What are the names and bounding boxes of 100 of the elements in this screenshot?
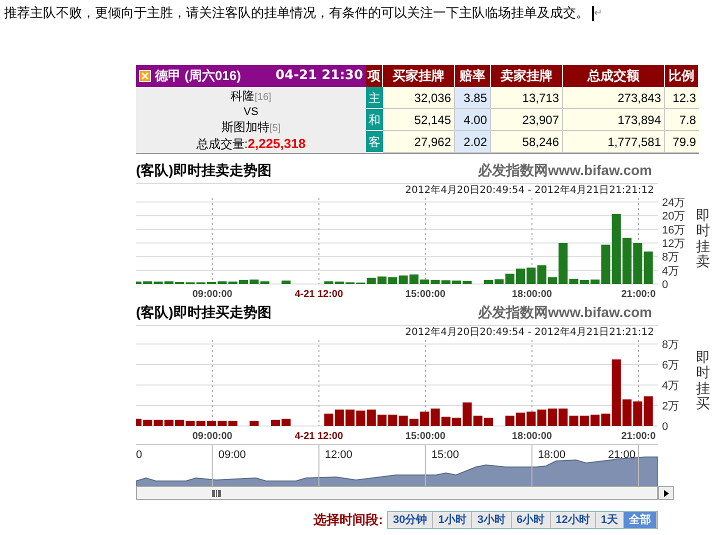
x-tick-label: 21:00:0 (621, 431, 656, 442)
column-header: 买家挂牌 (383, 65, 455, 87)
x-tick-label: 18:00:00 (512, 289, 552, 300)
y-tick-label: 20万 (662, 210, 686, 223)
time-range-tab[interactable]: 1天 (596, 512, 624, 528)
table-cell: 27,962 (383, 131, 455, 153)
table-cell: 12.3 (665, 87, 699, 109)
table-cell: 23,907 (491, 109, 563, 131)
time-range-tab[interactable]: 1小时 (433, 512, 472, 528)
league-text: 德甲 (周六016) (155, 67, 241, 86)
y-tick-label: 4万 (662, 380, 680, 392)
table-cell: 1,777,581 (563, 131, 665, 153)
y-tick-label: 2万 (662, 400, 680, 412)
bar (334, 410, 344, 426)
table-cell: 32,036 (383, 87, 455, 109)
vs-text: VS (244, 104, 258, 120)
bar (346, 410, 355, 426)
scroll-right-button[interactable] (658, 486, 674, 500)
scrollbar-grip-icon[interactable] (212, 490, 221, 496)
column-header: 比例 (665, 65, 699, 87)
chart-title: (客队)即时挂买走势图 (136, 303, 272, 322)
home-team: 科隆[16] (230, 88, 272, 104)
source-label: 必发指数网www.bifaw.com (478, 161, 652, 180)
time-range-tab[interactable]: 全部 (624, 512, 657, 528)
bar (388, 414, 398, 426)
bar (409, 274, 418, 284)
navigator-time-label: 18:00 (538, 449, 566, 461)
y-tick-label: 12万 (662, 238, 686, 250)
bar (250, 420, 259, 426)
table-cell: 273,843 (563, 87, 665, 109)
table-cell: 3.85 (455, 87, 491, 109)
chart-title: (客队)即时挂卖走势图 (136, 161, 272, 180)
bar (548, 408, 557, 426)
table-cell: 173,894 (563, 109, 665, 131)
table-cell: 4.00 (455, 109, 491, 131)
away-team: 斯图加特[5] (221, 120, 281, 136)
x-tick-label: 15:00:00 (405, 431, 446, 442)
y-tick-label: 8万 (662, 340, 680, 351)
x-tick-label: 4-21 12:00 (294, 289, 344, 300)
row-label: 和 (366, 109, 383, 131)
bar (526, 268, 536, 284)
table-cell: 13,713 (491, 87, 563, 109)
table-cell: 58,246 (491, 131, 563, 153)
navigator-time-label: 21:00 (608, 449, 636, 461)
y-tick-label: 6万 (662, 360, 680, 372)
match-time: 04-21 21:30 (276, 67, 363, 86)
table-cell: 52,145 (383, 109, 455, 131)
time-range-tab[interactable]: 30分钟 (388, 512, 434, 528)
bar (633, 401, 642, 426)
bar (270, 420, 280, 426)
navigator-time-label: 15:00 (431, 449, 459, 461)
source-label: 必发指数网www.bifaw.com (478, 303, 652, 322)
time-range-tab[interactable]: 6小时 (512, 512, 551, 528)
row-label: 客 (366, 131, 383, 153)
navigator-time-label: 0 (136, 449, 142, 461)
bar (633, 243, 642, 284)
bar (282, 418, 291, 426)
x-tick-label: 18:00:00 (512, 431, 552, 442)
bar (484, 418, 494, 426)
column-header: 项 (366, 65, 383, 87)
bar (324, 414, 334, 426)
navigator-time-label: 09:00 (218, 449, 246, 461)
navigator-time-label: 12:00 (324, 449, 352, 461)
bar (398, 416, 408, 426)
x-tick-label: 09:00:00 (192, 431, 232, 442)
bar (505, 416, 514, 426)
column-header: 赔率 (455, 65, 491, 87)
y-tick-label: 8万 (662, 252, 680, 264)
bar (590, 414, 600, 426)
x-tick-label: 21:00:0 (621, 289, 656, 300)
y-tick-label: 0 (662, 421, 668, 433)
bar (356, 410, 366, 426)
time-range-tab[interactable]: 3小时 (472, 512, 512, 528)
x-tick-label: 15:00:00 (405, 289, 446, 300)
y-tick-label: 0 (662, 279, 668, 291)
text-cursor (592, 6, 594, 20)
x-tick-label: 09:00:00 (192, 289, 232, 300)
bar (644, 252, 653, 284)
right-arrow-icon (664, 490, 668, 496)
time-range-tab[interactable]: 12小时 (550, 512, 596, 528)
axis-title: 即时挂卖 (696, 208, 710, 272)
table-cell: 2.02 (455, 131, 491, 153)
bar (398, 275, 408, 284)
bar (644, 396, 653, 426)
time-range-label: 选择时间段: (314, 511, 383, 529)
y-tick-label: 24万 (662, 198, 686, 209)
bar (622, 238, 632, 284)
paragraph-mark: ↵ (594, 6, 602, 20)
column-header: 卖家挂牌 (491, 65, 563, 87)
bar (526, 412, 536, 426)
y-tick-label: 4万 (662, 265, 680, 278)
table-cell: 79.9 (665, 131, 699, 153)
bar (580, 416, 589, 426)
y-tick-label: 16万 (662, 224, 686, 236)
table-cell: 7.8 (665, 109, 699, 131)
total-volume: 总成交量:2,225,318 (196, 136, 306, 152)
time-range-text: 2012年4月20日20:49:54 - 2012年4月21日21:21:12 (405, 184, 654, 198)
bar (136, 418, 142, 426)
column-header: 总成交额 (563, 65, 665, 87)
bar (282, 280, 291, 284)
